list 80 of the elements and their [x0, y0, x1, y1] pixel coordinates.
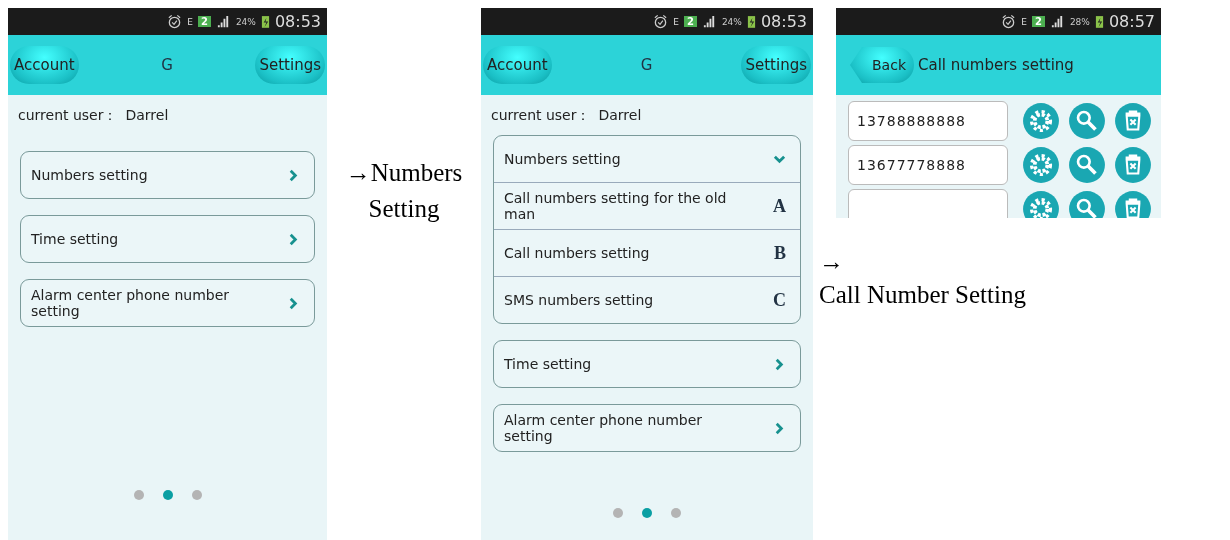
header-title: G — [161, 56, 173, 74]
back-button[interactable]: Back — [850, 47, 914, 83]
header-title: Call numbers setting — [918, 56, 1074, 74]
header-title: G — [640, 56, 653, 74]
sim-badge: 2 — [683, 16, 697, 27]
trash-icon[interactable] — [1114, 190, 1152, 218]
menu-item[interactable]: Alarm center phone number setting — [21, 280, 314, 326]
submenu-item-label: SMS numbers setting — [504, 292, 654, 308]
trash-icon[interactable] — [1114, 102, 1152, 140]
submenu-item[interactable]: Call numbers setting B — [494, 229, 800, 276]
page-dot[interactable] — [133, 490, 144, 500]
battery-percent: 24% — [235, 16, 256, 27]
sim-badge: 2 — [197, 16, 211, 27]
page-dot[interactable] — [191, 490, 202, 500]
battery-percent: 28% — [1069, 16, 1090, 27]
menu-item-label: Time setting — [504, 356, 592, 372]
page-dot[interactable] — [671, 508, 681, 518]
number-field[interactable] — [848, 189, 1008, 218]
page-dot[interactable] — [642, 508, 652, 518]
number-field[interactable]: 13788888888 — [848, 101, 1008, 141]
current-user-label: current user： — [18, 107, 118, 125]
submenu-item[interactable]: Call numbers setting for the old man A — [494, 182, 800, 229]
marker-letter: A — [773, 195, 786, 217]
menu-item[interactable]: Time setting — [21, 216, 314, 262]
clock-time: 08:53 — [274, 12, 321, 31]
menu-item-label: Alarm center phone number setting — [504, 412, 704, 444]
trash-icon[interactable] — [1114, 146, 1152, 184]
signal-icon — [215, 14, 231, 29]
search-icon[interactable] — [1068, 190, 1106, 218]
annotation-text: →Numbers Setting — [344, 158, 464, 225]
account-button[interactable]: Account — [483, 46, 552, 84]
alarm-clock-icon — [653, 14, 669, 29]
chevron-right-icon — [773, 421, 786, 435]
settings-icon[interactable] — [1022, 190, 1060, 218]
clock-time: 08:53 — [760, 12, 807, 31]
menu-item[interactable]: Numbers setting — [21, 152, 314, 198]
clock-time: 08:57 — [1108, 12, 1155, 31]
menu-item-label: Numbers setting — [504, 151, 621, 167]
marker-letter: C — [773, 289, 786, 311]
menu-item[interactable]: Alarm center phone number setting — [494, 405, 800, 451]
annotation-arrow: → — [819, 247, 845, 277]
submenu-item-label: Call numbers setting — [504, 245, 650, 261]
chevron-right-icon — [287, 232, 300, 246]
menu-item-label: Time setting — [31, 231, 119, 247]
menu-item-label: Alarm center phone number setting — [31, 287, 231, 319]
search-icon[interactable] — [1068, 102, 1106, 140]
submenu-item-label: Call numbers setting for the old man — [504, 190, 728, 222]
network-type-label: E — [673, 16, 679, 27]
current-user-label: current user： — [491, 107, 591, 125]
network-type-label: E — [1021, 16, 1027, 27]
menu-item[interactable]: Numbers setting — [494, 136, 800, 182]
settings-icon[interactable] — [1022, 146, 1060, 184]
alarm-clock-icon — [167, 14, 183, 29]
menu-item-label: Numbers setting — [31, 167, 148, 183]
network-type-label: E — [187, 16, 193, 27]
submenu-item[interactable]: SMS numbers setting C — [494, 276, 800, 323]
search-icon[interactable] — [1068, 146, 1106, 184]
chevron-right-icon — [287, 168, 300, 182]
current-user-name: Darrel — [598, 107, 642, 125]
annotation-text: Call Number Setting — [819, 279, 1027, 310]
battery-charging-icon — [1094, 14, 1104, 29]
chevron-right-icon — [773, 357, 786, 371]
page-dot[interactable] — [613, 508, 623, 518]
signal-icon — [1049, 14, 1065, 29]
number-field[interactable]: 13677778888 — [848, 145, 1008, 185]
signal-icon — [701, 14, 717, 29]
battery-charging-icon — [260, 14, 270, 29]
menu-item[interactable]: Time setting — [494, 341, 800, 387]
battery-charging-icon — [746, 14, 756, 29]
settings-button[interactable]: Settings — [741, 46, 811, 84]
alarm-clock-icon — [1001, 14, 1017, 29]
account-button[interactable]: Account — [10, 46, 79, 84]
current-user-name: Darrel — [125, 107, 169, 125]
settings-button[interactable]: Settings — [255, 46, 325, 84]
chevron-right-icon — [287, 296, 300, 310]
sim-badge: 2 — [1031, 16, 1045, 27]
marker-letter: B — [774, 242, 786, 264]
battery-percent: 24% — [721, 16, 742, 27]
settings-icon[interactable] — [1022, 102, 1060, 140]
page-dot[interactable] — [162, 490, 173, 500]
